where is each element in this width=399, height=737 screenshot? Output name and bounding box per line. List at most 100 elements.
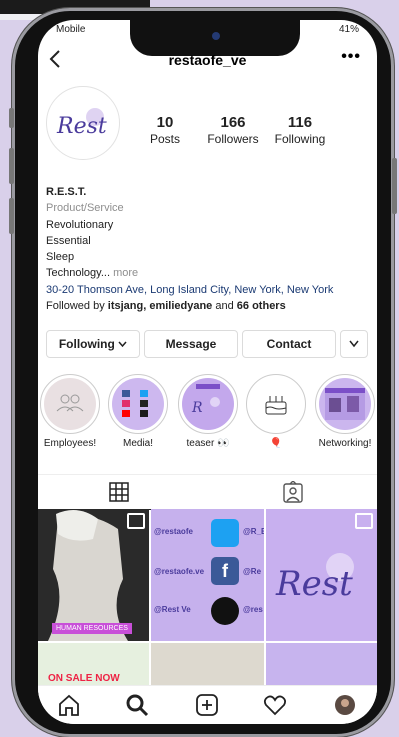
highlight-cover xyxy=(44,378,96,430)
highlight-employees[interactable]: Employees! xyxy=(40,374,100,449)
highlight-cover: R xyxy=(182,378,234,430)
followed-by-line[interactable]: Followed by itsjang, emiliedyane and 66 … xyxy=(46,298,366,314)
profile-tabs xyxy=(38,474,378,510)
highlight-ring xyxy=(108,374,168,434)
reel-icon xyxy=(127,513,145,529)
people-icon xyxy=(56,394,84,412)
following-label: Following xyxy=(274,132,326,146)
following-stat[interactable]: 116 Following xyxy=(265,114,335,146)
contact-button-label: Contact xyxy=(266,337,312,351)
bottom-navigation xyxy=(38,685,377,724)
heart-icon[interactable] xyxy=(262,692,288,718)
highlight-ring xyxy=(315,374,375,434)
highlight-ring xyxy=(246,374,306,434)
avatar-logo-text: Rest xyxy=(56,114,107,139)
profile-name: R.E.S.T. xyxy=(46,186,87,198)
bio-more-link[interactable]: more xyxy=(113,267,138,279)
reel-icon xyxy=(355,513,373,529)
chevron-down-icon xyxy=(118,341,127,348)
battery-label: 41% xyxy=(338,24,359,35)
post-thumbnail[interactable]: Rest xyxy=(266,509,377,641)
facebook-icon: f xyxy=(211,557,239,585)
highlight-ring: R xyxy=(178,374,238,434)
bio-line: Sleep xyxy=(46,251,75,264)
search-icon[interactable] xyxy=(124,692,150,718)
post-thumbnail[interactable] xyxy=(151,643,264,689)
highlight-teaser[interactable]: R teaser 👀 xyxy=(178,374,238,449)
tagged-icon xyxy=(282,481,303,503)
app-screen: Mobile 41% restaofe_ve ••• Rest 10 Posts… xyxy=(38,20,377,724)
social-handle-secondary: @res xyxy=(243,605,263,614)
followed-by-names: itsjang, emiliedyane xyxy=(107,300,213,313)
following-button[interactable]: Following xyxy=(46,330,140,358)
profile-address-link[interactable]: 30-20 Thomson Ave, Long Island City, New… xyxy=(46,282,366,298)
social-handle: @restaofe.ve xyxy=(154,567,205,576)
social-handle: @restaofe xyxy=(154,527,193,536)
message-button-label: Message xyxy=(165,337,217,351)
twitter-icon xyxy=(211,519,239,547)
bio-line: Essential xyxy=(46,234,91,247)
highlight-label: 🎈 xyxy=(269,438,283,449)
volume-up-button xyxy=(9,148,14,184)
chevron-down-icon xyxy=(349,340,359,348)
post-thumbnail[interactable]: ON SALE NOW xyxy=(38,643,149,689)
bio-truncated-text: Technology... xyxy=(46,267,111,280)
highlight-cover xyxy=(319,378,371,430)
highlight-label: Networking! xyxy=(318,438,372,449)
new-post-icon[interactable] xyxy=(194,692,220,718)
power-button xyxy=(392,158,397,214)
followers-label: Followers xyxy=(207,132,259,146)
social-handle-secondary: @Re xyxy=(243,567,262,576)
highlight-cover xyxy=(112,378,164,430)
networking-event-icon xyxy=(325,388,365,420)
grid-logo-text: Rest xyxy=(275,564,353,604)
volume-down-button xyxy=(9,198,14,234)
rest-logo-icon: R xyxy=(191,384,220,416)
message-button[interactable]: Message xyxy=(144,330,238,358)
profile-avatar[interactable]: Rest xyxy=(46,86,120,160)
followed-by-and: and xyxy=(215,300,234,313)
followed-by-others: 66 others xyxy=(236,300,286,313)
highlight-networking[interactable]: Networking! xyxy=(315,374,375,449)
profile-header: restaofe_ve ••• xyxy=(38,46,377,76)
contact-button[interactable]: Contact xyxy=(242,330,336,358)
highlight-media[interactable]: Media! xyxy=(108,374,168,449)
highlight-ring xyxy=(40,374,100,434)
mute-switch xyxy=(9,108,14,128)
carrier-label: Mobile xyxy=(56,24,86,35)
posts-stat[interactable]: 10 Posts xyxy=(130,114,200,146)
highlight-label: Media! xyxy=(122,438,153,449)
home-icon[interactable] xyxy=(56,692,82,718)
tiktok-icon xyxy=(211,597,239,625)
camera-icon xyxy=(212,32,220,40)
highlight-label: teaser 👀 xyxy=(186,438,230,449)
social-media-icon xyxy=(122,390,148,417)
suggested-dropdown-button[interactable] xyxy=(340,330,368,358)
profile-username: restaofe_ve xyxy=(168,52,247,68)
post-thumbnail[interactable]: @restaofe @restaofe.ve @Rest Ve f @R_E @… xyxy=(151,509,264,641)
followers-count: 166 xyxy=(220,114,246,131)
birthday-cake-icon xyxy=(265,396,287,415)
highlight-cover xyxy=(250,378,302,430)
highlight-balloon[interactable]: 🎈 xyxy=(246,374,306,449)
social-handle: @Rest Ve xyxy=(154,605,191,614)
following-button-label: Following xyxy=(58,337,115,351)
tab-posts-grid[interactable] xyxy=(38,475,208,510)
post-thumbnail[interactable] xyxy=(266,643,377,689)
post-thumbnail[interactable]: HUMAN RESOURCES xyxy=(38,509,149,641)
logo-glyph: R xyxy=(191,400,203,416)
grid-icon xyxy=(109,482,129,502)
followers-stat[interactable]: 166 Followers xyxy=(198,114,268,146)
profile-bio: R.E.S.T. Product/Service Revolutionary E… xyxy=(46,184,366,314)
more-options-icon[interactable]: ••• xyxy=(341,48,361,66)
profile-avatar-icon[interactable] xyxy=(332,692,358,718)
tab-tagged[interactable] xyxy=(208,475,378,509)
posts-label: Posts xyxy=(149,132,180,146)
posts-count: 10 xyxy=(156,114,174,131)
hr-tag-label: HUMAN RESOURCES xyxy=(52,623,132,634)
highlight-label: Employees! xyxy=(43,438,97,449)
on-sale-label: ON SALE NOW xyxy=(48,673,120,684)
posts-grid: HUMAN RESOURCES @restaofe @restaofe.ve @… xyxy=(38,509,377,689)
profile-category: Product/Service xyxy=(46,202,124,215)
following-count: 116 xyxy=(287,114,313,131)
